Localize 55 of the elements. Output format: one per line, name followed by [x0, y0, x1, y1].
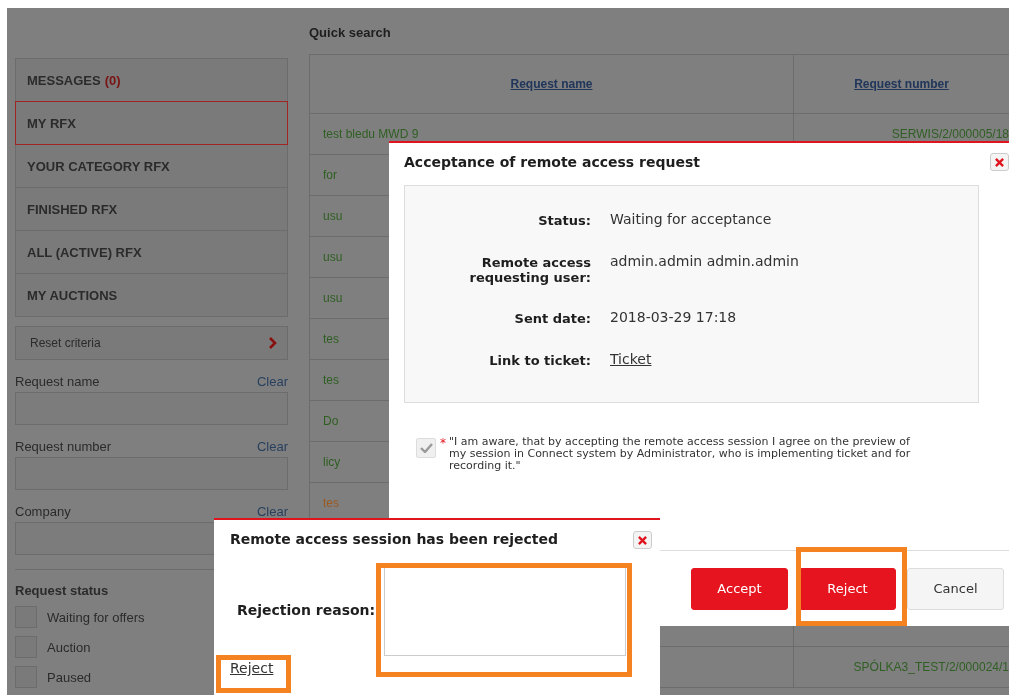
table-cell: usu: [323, 209, 343, 223]
table-cell: test bledu MWD 9: [323, 127, 419, 141]
close-button[interactable]: [990, 153, 1009, 171]
info-label: Link to ticket:: [488, 352, 591, 370]
primary-button[interactable]: Reject: [799, 567, 896, 610]
dialog-title: Acceptance of remote access request: [403, 153, 701, 172]
field-label: Request number: [15, 439, 112, 454]
column-header-link[interactable]: Request number: [854, 77, 949, 91]
ticket-link[interactable]: Ticket: [610, 351, 978, 393]
section-title: Quick search: [309, 24, 392, 42]
table-cell: SERWIS/2/000005/18: [891, 127, 1009, 141]
menu-item[interactable]: MY RFX: [15, 101, 288, 145]
table-cell: usu: [323, 250, 343, 264]
info-label: Status:: [537, 212, 591, 230]
table-cell: licy: [323, 455, 341, 469]
table-cell: tes: [323, 332, 339, 346]
checkbox-label: Auction: [47, 639, 91, 655]
menu-item[interactable]: YOUR CATEGORY RFX: [15, 144, 288, 188]
info-label: Sent date:: [513, 310, 591, 328]
field-label: Request name: [15, 374, 100, 389]
menu-item[interactable]: ALL (ACTIVE) RFX: [15, 230, 288, 274]
checkbox-label: Waiting for offers: [47, 609, 145, 625]
primary-button[interactable]: Accept: [691, 567, 788, 610]
column-header-link[interactable]: Request name: [510, 77, 593, 91]
info-label: Remote access requesting user:: [468, 254, 591, 287]
info-value: 2018-03-29 17:18: [610, 309, 738, 327]
dialog-title: Remote access session has been rejected: [229, 530, 560, 549]
chevron-right-icon: [269, 337, 277, 349]
menu-item[interactable]: MY AUCTIONS: [15, 273, 288, 317]
reset-criteria-button[interactable]: Reset criteria: [15, 326, 288, 360]
field-label: Company: [15, 504, 71, 519]
check-icon: [419, 443, 433, 453]
section-heading: Request status: [15, 583, 110, 598]
close-icon: [995, 157, 1004, 167]
table-cell: tes: [323, 373, 339, 387]
close-icon: [638, 535, 647, 545]
table-cell: SPÓLKA3_TEST/2/000024/1: [853, 660, 1009, 674]
info-value: admin.admin admin.admin: [610, 253, 800, 271]
checkbox-label: Paused: [47, 669, 92, 685]
clear-link[interactable]: Clear: [256, 439, 288, 454]
clear-link[interactable]: Clear: [256, 374, 288, 389]
menu-item[interactable]: FINISHED RFX: [15, 187, 288, 231]
field-label: Rejection reason:: [237, 602, 376, 618]
clear-link[interactable]: Clear: [256, 504, 288, 519]
close-button[interactable]: [633, 531, 652, 549]
reject-link[interactable]: Reject: [230, 660, 274, 676]
table-cell: tes: [323, 496, 339, 510]
required-mark: *: [440, 436, 446, 450]
cancel-button[interactable]: Cancel: [907, 567, 1004, 610]
table-cell: for: [323, 168, 337, 182]
info-value: Waiting for acceptance: [610, 211, 773, 229]
consent-text: "I am aware, that by accepting the remote access session I agree on the preview of my session in Connect system by Administrator, who is implementing ticket and for recording it.": [449, 436, 912, 472]
table-cell: Do: [323, 414, 339, 428]
table-cell: usu: [323, 291, 343, 305]
menu-item[interactable]: MESSAGES (0): [15, 58, 288, 102]
